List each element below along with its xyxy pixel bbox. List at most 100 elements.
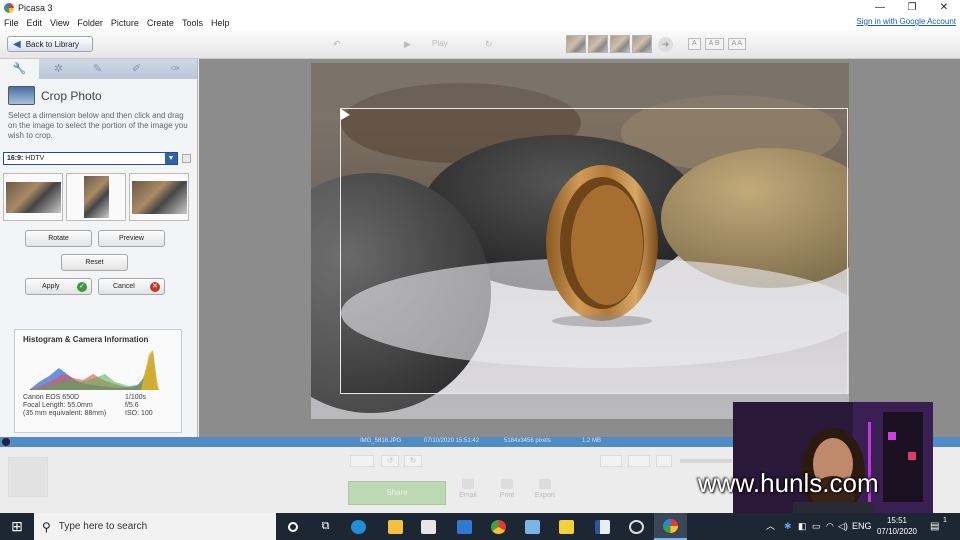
crop-header: Crop Photo <box>8 86 197 105</box>
title-bar: Picasa 3 — ❐ ✕ <box>0 0 960 16</box>
sticky-notes-icon[interactable] <box>550 513 583 540</box>
minimize-button[interactable]: — <box>864 0 896 16</box>
preset-thumbnail <box>84 176 109 218</box>
taskbar-clock[interactable]: 15:51 07/10/2020 <box>874 515 920 537</box>
store-icon[interactable] <box>412 513 445 540</box>
menu-edit[interactable]: Edit <box>27 18 43 28</box>
compare-icon[interactable] <box>628 455 650 467</box>
status-datetime: 07/10/2020 15:51:42 <box>424 438 480 444</box>
mail-icon[interactable] <box>448 513 481 540</box>
next-arrow-icon[interactable]: ➜ <box>658 37 673 52</box>
obs-icon[interactable] <box>620 513 653 540</box>
close-button[interactable]: ✕ <box>928 0 960 16</box>
filmstrip-thumb[interactable] <box>610 35 630 53</box>
bluetooth-icon[interactable]: ✱ <box>784 513 792 540</box>
export-label: Export <box>534 492 556 499</box>
task-view-icon[interactable]: ⧉ <box>309 513 342 540</box>
more-effects-icon: ✑ <box>170 63 181 75</box>
edge-icon[interactable] <box>342 513 375 540</box>
file-explorer-icon[interactable] <box>379 513 412 540</box>
tab-basic-fixes[interactable]: 🔧 <box>0 59 39 79</box>
filmstrip-thumb[interactable] <box>632 35 652 53</box>
print-button[interactable]: Print <box>492 479 522 499</box>
restore-button[interactable]: ❐ <box>896 0 928 16</box>
taskbar-search[interactable]: ⚲ Type here to search <box>34 513 276 540</box>
caption-button-ab[interactable]: A B <box>704 38 724 50</box>
battery-icon[interactable]: ▭ <box>812 513 821 540</box>
menu-help[interactable]: Help <box>211 18 230 28</box>
email-button[interactable]: Email <box>453 479 483 499</box>
chevron-down-icon[interactable]: ▼ <box>165 153 177 164</box>
aspect-ratio-select[interactable]: 16:9: HDTV ▼ <box>3 152 178 165</box>
reset-button[interactable]: Reset <box>61 254 128 271</box>
status-size: 1.2 MB <box>582 438 602 444</box>
back-to-library-button[interactable]: ◀ Back to Library <box>7 36 93 52</box>
menu-file[interactable]: File <box>4 18 19 28</box>
email-icon <box>462 479 474 489</box>
wifi-icon[interactable]: ◠ <box>826 513 834 540</box>
rotate-icon[interactable]: ↻ <box>485 39 493 50</box>
share-button[interactable]: Share <box>348 481 446 505</box>
clock-date: 07/10/2020 <box>876 527 918 536</box>
menu-picture[interactable]: Picture <box>111 18 139 28</box>
rotate-button[interactable]: Rotate <box>25 230 92 247</box>
crop-preset-landscape[interactable] <box>3 173 63 221</box>
export-button[interactable]: Export <box>530 479 560 499</box>
menu-folder[interactable]: Folder <box>77 18 103 28</box>
rotate-left-icon[interactable]: ↺ <box>381 455 399 467</box>
effects-icon: ✐ <box>131 63 142 75</box>
chrome-icon[interactable] <box>482 513 515 540</box>
brush-icon: ✎ <box>92 63 103 75</box>
menu-create[interactable]: Create <box>147 18 174 28</box>
crop-preset-wide[interactable] <box>129 173 189 221</box>
view-mode-icon[interactable] <box>600 455 622 467</box>
photos-app-icon[interactable] <box>516 513 549 540</box>
apply-label: Apply <box>42 283 60 290</box>
status-dimensions: 5184x3456 pixels <box>504 438 551 444</box>
picasa-taskbar-icon[interactable] <box>654 513 687 540</box>
tray-hold-button[interactable] <box>350 455 374 467</box>
camera-model: Canon EOS 650D <box>23 394 80 401</box>
windows-start-icon[interactable]: ⊞ <box>0 513 34 540</box>
edit-tabs: 🔧 ✲ ✎ ✐ ✑ <box>0 59 197 79</box>
play-icon[interactable]: ▶ <box>404 39 411 50</box>
preview-button[interactable]: Preview <box>98 230 165 247</box>
tab-more-effects[interactable]: ✐ <box>117 59 156 79</box>
tab-extra-effects[interactable]: ✑ <box>156 59 195 79</box>
cortana-icon[interactable] <box>276 513 309 540</box>
crop-preset-portrait[interactable] <box>66 173 126 221</box>
word-icon[interactable] <box>586 513 619 540</box>
caption-button-aa[interactable]: A A <box>727 38 747 50</box>
crop-title: Crop Photo <box>41 88 102 103</box>
tab-effects[interactable]: ✎ <box>78 59 117 79</box>
filmstrip-thumb[interactable] <box>566 35 586 53</box>
focal-length: Focal Length: 55.0mm <box>23 402 93 409</box>
network-icon[interactable]: ◧ <box>798 513 807 540</box>
aspect-ratio-value: 16:9: <box>7 155 24 162</box>
menu-view[interactable]: View <box>50 18 69 28</box>
caption-button-a[interactable]: A <box>688 38 701 50</box>
clock-time: 15:51 <box>886 516 908 525</box>
language-indicator[interactable]: ENG <box>852 513 872 540</box>
crop-options-icon[interactable] <box>182 154 191 163</box>
undo-icon[interactable]: ↶ <box>333 39 341 50</box>
cancel-button[interactable]: Cancel ✕ <box>98 278 165 295</box>
notifications-icon[interactable]: ▤ <box>930 513 939 540</box>
zoom-icon[interactable] <box>656 455 672 467</box>
zoom-slider[interactable] <box>680 459 732 463</box>
apply-button[interactable]: Apply ✓ <box>25 278 92 295</box>
crop-selection[interactable] <box>340 108 848 394</box>
rotate-right-icon[interactable]: ↻ <box>404 455 422 467</box>
sign-in-link[interactable]: Sign in with Google Account <box>856 17 956 26</box>
volume-icon[interactable]: ◁) <box>838 513 848 540</box>
menu-tools[interactable]: Tools <box>182 18 203 28</box>
filmstrip-thumb[interactable] <box>588 35 608 53</box>
play-label[interactable]: Play <box>432 39 448 48</box>
chevron-up-icon[interactable]: ︿ <box>766 513 775 540</box>
tab-tuning[interactable]: ✲ <box>39 59 78 79</box>
tray-thumbnail[interactable] <box>8 457 48 497</box>
status-filename: IMG_5818.JPG <box>360 438 402 444</box>
email-label: Email <box>459 492 477 499</box>
caption-buttons: A A B A A <box>688 38 747 50</box>
status-icon <box>2 438 10 446</box>
